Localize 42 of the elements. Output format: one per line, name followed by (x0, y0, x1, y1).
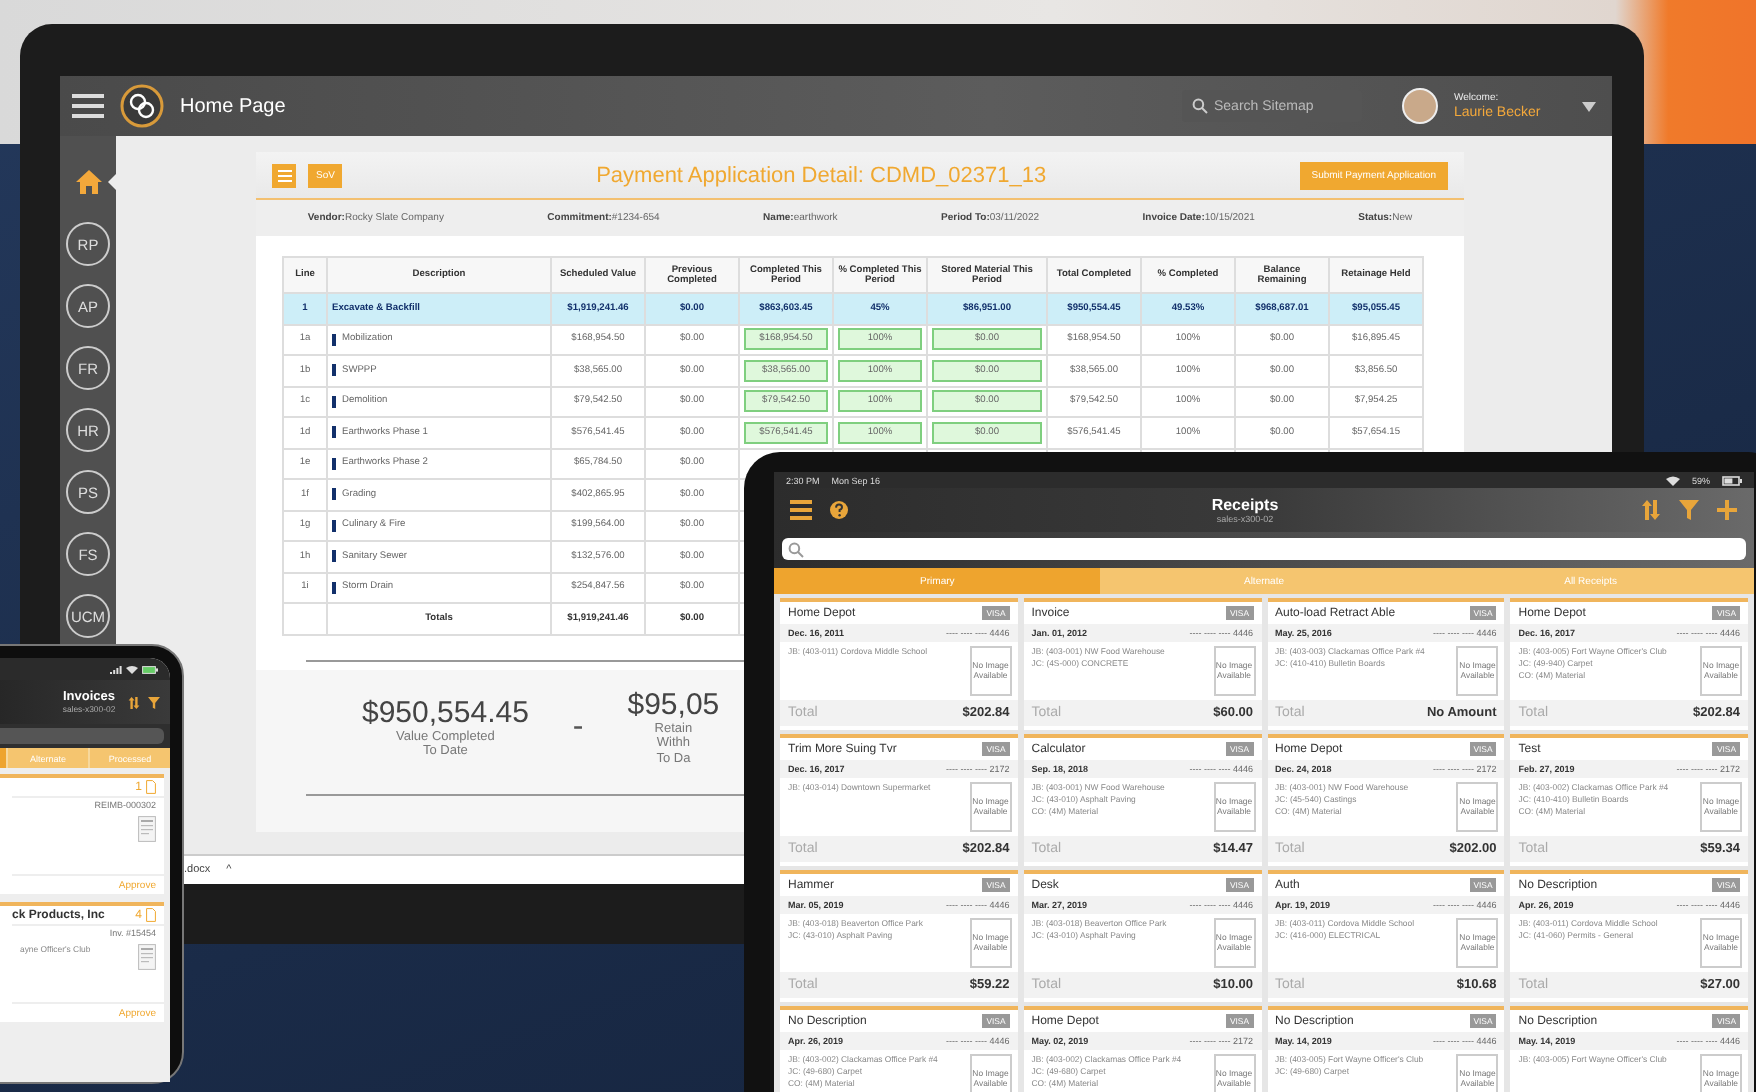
help-icon[interactable] (828, 500, 850, 520)
search-icon (1192, 98, 1208, 114)
document-thumbnail (138, 816, 156, 842)
signal-icon (110, 665, 122, 673)
row-marker (332, 333, 336, 346)
sort-icon[interactable] (128, 695, 140, 709)
caret-icon[interactable] (1582, 101, 1596, 111)
document-icon (146, 780, 156, 794)
search-field[interactable] (782, 538, 1746, 560)
sort-icon[interactable] (1640, 500, 1662, 520)
filter-icon[interactable] (1678, 500, 1700, 520)
summary-value: $95,05 (627, 688, 720, 723)
search-icon (788, 541, 804, 557)
logo-icon (120, 84, 164, 128)
list-icon (277, 169, 291, 181)
avatar[interactable] (1402, 88, 1438, 124)
selection-pointer (108, 174, 116, 190)
row-marker (332, 581, 336, 594)
row-marker (332, 519, 336, 532)
battery-icon (1722, 475, 1742, 485)
plus-icon[interactable] (1716, 500, 1738, 520)
home-icon[interactable] (75, 170, 101, 194)
menu-icon[interactable] (790, 500, 812, 520)
document-thumbnail (138, 944, 156, 970)
search-field[interactable] (0, 728, 164, 744)
battery-icon (142, 665, 158, 673)
summary-value: $950,554.45 (362, 695, 529, 730)
minus-sign: - (572, 709, 584, 745)
filter-icon[interactable] (148, 695, 160, 709)
row-marker (332, 457, 336, 470)
page-title: Home Page (180, 95, 288, 117)
row-marker (332, 395, 336, 408)
screen-title: Receipts (1211, 496, 1279, 514)
row-marker (332, 426, 336, 439)
wifi-icon (126, 665, 138, 673)
panel-title: Payment Application Detail: CDMD_02371_13 (594, 163, 1049, 187)
document-icon (146, 908, 156, 922)
row-marker (332, 488, 336, 501)
wifi-icon (1665, 475, 1680, 485)
menu-icon[interactable] (72, 94, 104, 118)
row-marker (332, 550, 336, 563)
row-marker (332, 364, 336, 377)
